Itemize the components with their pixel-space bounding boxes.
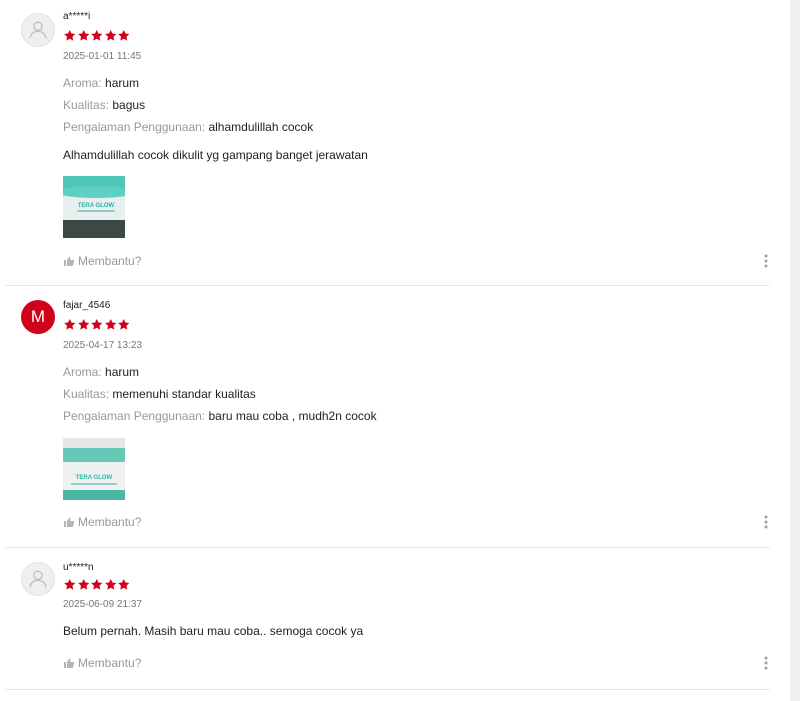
attribute-label: Aroma: <box>63 365 102 379</box>
attribute-value: harum <box>105 365 140 379</box>
review-attribute-aroma: Aroma: harum <box>63 365 139 379</box>
star-icon <box>104 578 116 590</box>
review-username: u*****n <box>63 562 94 573</box>
product-jar-image: TERA GLOW <box>63 176 125 238</box>
attribute-value: harum <box>105 76 140 90</box>
star-icon <box>91 29 103 41</box>
photo-brand: TERA GLOW <box>76 475 113 481</box>
star-icon <box>77 318 89 330</box>
review-date: 2025-04-17 13:23 <box>63 340 142 351</box>
star-icon <box>64 29 76 41</box>
star-icon <box>104 29 116 41</box>
kebab-menu-icon[interactable] <box>762 655 770 671</box>
review-photo[interactable]: TERA GLOW <box>63 438 125 500</box>
helpful-label: Membantu? <box>78 254 142 268</box>
attribute-value: memenuhi standar kualitas <box>112 387 256 401</box>
attribute-value: alhamdulillah cocok <box>208 120 314 134</box>
attribute-label: Aroma: <box>63 76 102 90</box>
thumbs-up-icon <box>64 256 75 266</box>
helpful-button[interactable]: Membantu? <box>63 515 141 529</box>
helpful-label: Membantu? <box>78 656 142 670</box>
avatar[interactable]: M <box>21 300 55 334</box>
review-comment: Belum pernah. Masih baru mau coba.. semo… <box>63 624 364 638</box>
attribute-label: Kualitas: <box>63 387 110 401</box>
review-username: fajar_4546 <box>63 300 111 311</box>
attribute-value: bagus <box>112 98 146 112</box>
star-icon <box>118 29 130 41</box>
star-icon <box>77 29 89 41</box>
review-attribute-quality: Kualitas: bagus <box>63 98 145 112</box>
review-photo[interactable]: TERA GLOW <box>63 176 125 238</box>
attribute-label: Pengalaman Penggunaan: <box>63 409 206 423</box>
product-jar-image: TERA GLOW <box>63 438 125 500</box>
star-icon <box>64 578 76 590</box>
photo-brand: TERA GLOW <box>78 203 115 209</box>
star-icon <box>104 318 116 330</box>
review-date: 2025-01-01 11:45 <box>63 51 142 62</box>
page-scrollbar[interactable] <box>790 0 800 701</box>
star-icon <box>77 578 89 590</box>
review-item: u*****n 2025-06-09 21:37 Belum pernah. M… <box>5 548 770 690</box>
attribute-value: baru mau coba , mudh2n cocok <box>208 409 377 423</box>
rating-stars <box>63 318 131 331</box>
thumbs-up-icon <box>64 517 75 527</box>
review-list: a*****i 2025-01-01 11:45 Aroma: harum Ku… <box>0 0 770 690</box>
review-item: M fajar_4546 2025-04-17 13:23 Aroma: har… <box>5 286 770 548</box>
attribute-label: Kualitas: <box>63 98 110 112</box>
star-icon <box>118 578 130 590</box>
star-icon <box>91 318 103 330</box>
review-attribute-experience: Pengalaman Penggunaan: alhamdulillah coc… <box>63 120 313 134</box>
star-icon <box>91 578 103 590</box>
review-date: 2025-06-09 21:37 <box>63 599 142 610</box>
star-icon <box>118 318 130 330</box>
review-item: a*****i 2025-01-01 11:45 Aroma: harum Ku… <box>5 0 770 286</box>
rating-stars <box>63 578 131 591</box>
helpful-label: Membantu? <box>78 515 142 529</box>
kebab-menu-icon[interactable] <box>762 253 770 269</box>
attribute-label: Pengalaman Penggunaan: <box>63 120 206 134</box>
kebab-menu-icon[interactable] <box>762 514 770 530</box>
review-attribute-aroma: Aroma: harum <box>63 76 139 90</box>
star-icon <box>64 318 76 330</box>
review-comment: Alhamdulillah cocok dikulit yg gampang b… <box>63 148 368 162</box>
user-placeholder-icon <box>29 570 47 588</box>
avatar-letter: M <box>30 307 46 326</box>
helpful-button[interactable]: Membantu? <box>63 254 141 268</box>
avatar[interactable] <box>21 13 55 47</box>
review-attribute-experience: Pengalaman Penggunaan: baru mau coba , m… <box>63 409 377 423</box>
avatar[interactable] <box>21 562 55 596</box>
thumbs-up-icon <box>64 658 75 668</box>
rating-stars <box>63 29 131 42</box>
helpful-button[interactable]: Membantu? <box>63 656 141 670</box>
user-placeholder-icon <box>29 21 47 39</box>
review-username: a*****i <box>63 11 91 22</box>
review-attribute-quality: Kualitas: memenuhi standar kualitas <box>63 387 256 401</box>
